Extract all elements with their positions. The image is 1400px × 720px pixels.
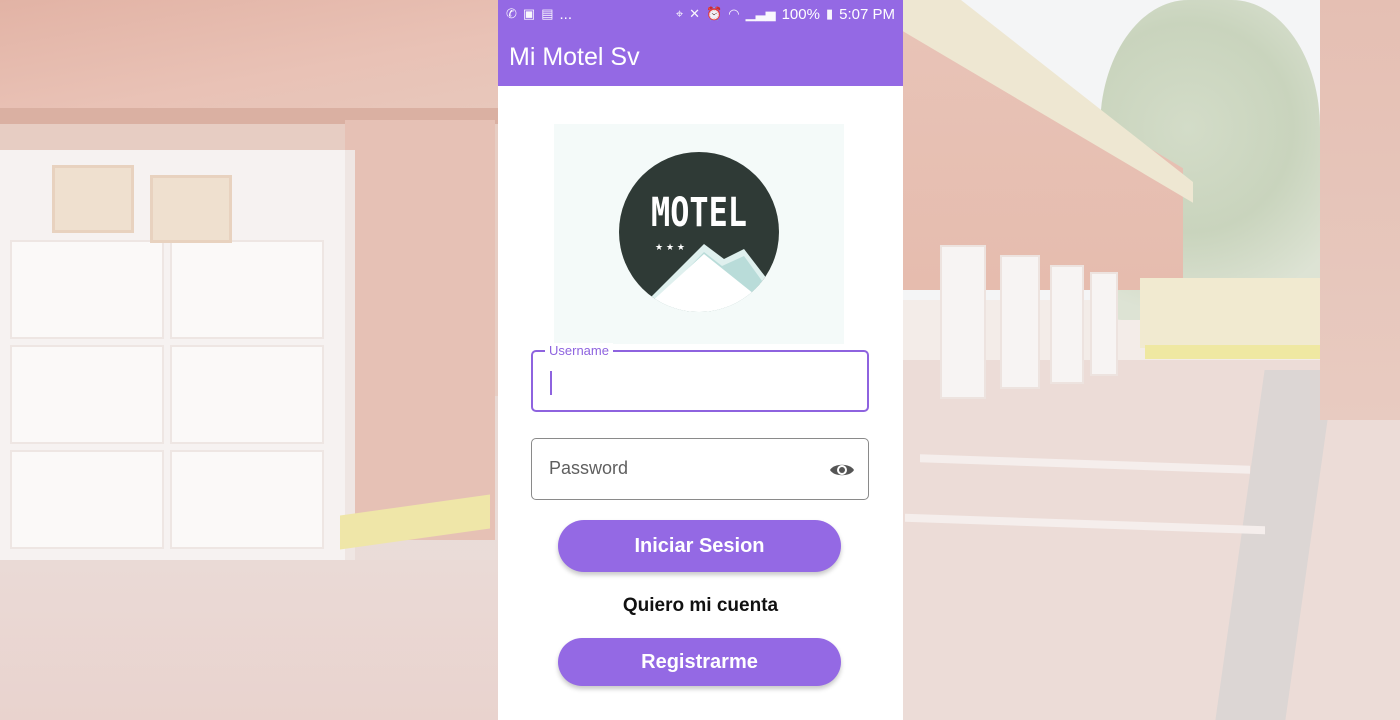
logo-text: MOTEL: [651, 190, 747, 236]
battery-level: 100%: [781, 5, 820, 23]
create-account-link[interactable]: Quiero mi cuenta: [498, 595, 903, 617]
phone-screen: ✆ ▣ ▤ ... ⌖ ✕ ⏰ ◠ ▁▃▅ 100% ▮ 5:07 PM Mi …: [498, 0, 903, 720]
motel-logo: MOTEL ★ ★ ★: [554, 124, 844, 344]
signal-icon: ▁▃▅: [745, 6, 776, 21]
battery-icon: ▮: [825, 6, 834, 21]
password-field[interactable]: Password: [531, 438, 869, 500]
status-time: 5:07 PM: [839, 5, 895, 23]
mute-icon: ✕: [689, 6, 701, 21]
login-button[interactable]: Iniciar Sesion: [558, 520, 841, 572]
username-field[interactable]: Username: [531, 343, 869, 412]
status-bar: ✆ ▣ ▤ ... ⌖ ✕ ⏰ ◠ ▁▃▅ 100% ▮ 5:07 PM: [498, 0, 903, 28]
register-button[interactable]: Registrarme: [558, 638, 841, 686]
logo-stars: ★ ★ ★: [655, 243, 685, 253]
image-icon: ▣: [522, 6, 536, 21]
wifi-icon: ◠: [728, 6, 740, 21]
app-title: Mi Motel Sv: [509, 42, 640, 71]
gallery-icon: ▤: [541, 6, 554, 21]
alarm-icon: ⏰: [706, 6, 723, 21]
location-icon: ⌖: [675, 6, 684, 21]
status-more: ...: [559, 5, 573, 23]
app-bar: Mi Motel Sv: [498, 28, 903, 86]
eye-icon[interactable]: [828, 457, 856, 483]
whatsapp-icon: ✆: [506, 6, 517, 21]
